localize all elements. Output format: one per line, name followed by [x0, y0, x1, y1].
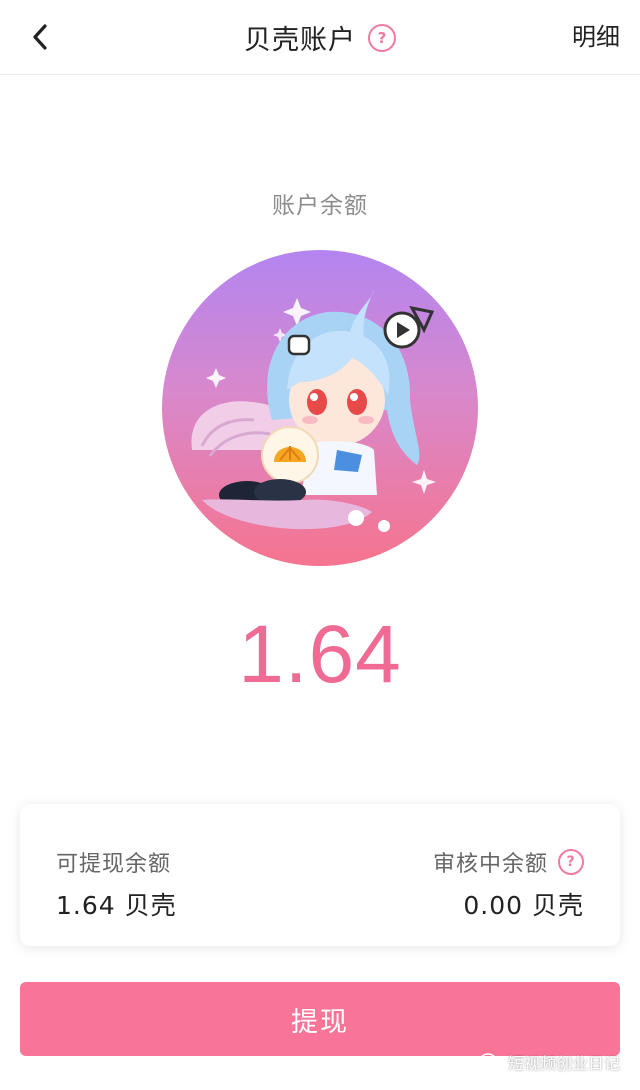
pending-amount: 0.00 贝壳: [463, 891, 584, 920]
mascot-illustration: [162, 250, 478, 566]
balance-label: 账户余额: [272, 193, 368, 219]
withdrawable-section: 可提现余额 1.64 贝壳: [56, 846, 177, 922]
title-group: 贝壳账户 ?: [0, 0, 640, 74]
wechat-icon: [479, 1053, 502, 1070]
question-circle-icon[interactable]: ?: [368, 24, 396, 52]
watermark-text: 短视频创业日记: [507, 1054, 620, 1073]
header-bar: 贝壳账户 ? 明细: [0, 0, 640, 75]
watermark: 短视频创业日记: [479, 1050, 620, 1074]
balance-breakdown-card: 可提现余额 1.64 贝壳 审核中余额 ? 0.00 贝壳: [20, 804, 620, 946]
pending-label-row: 审核中余额 ?: [433, 846, 584, 878]
balance-value: 1.64: [238, 609, 402, 700]
withdrawable-amount: 1.64 贝壳: [56, 891, 177, 920]
page-title: 贝壳账户: [244, 24, 356, 56]
withdraw-button[interactable]: 提现: [20, 982, 620, 1056]
withdrawable-label: 可提现余额: [56, 852, 172, 877]
question-circle-icon[interactable]: ?: [558, 849, 584, 875]
pending-section: 审核中余额 ? 0.00 贝壳: [433, 846, 584, 922]
detail-link[interactable]: 明细: [572, 0, 620, 74]
pending-label: 审核中余额: [432, 852, 548, 877]
